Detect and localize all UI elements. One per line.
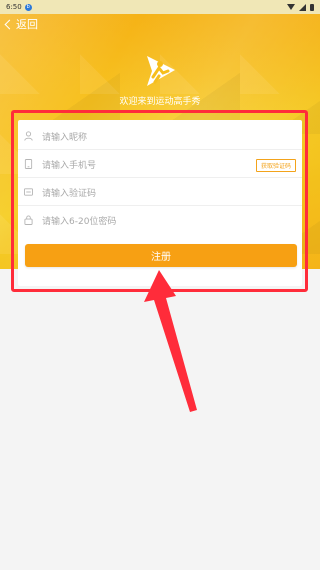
status-left: 6:50 b bbox=[6, 3, 32, 11]
back-label: 返回 bbox=[16, 18, 38, 31]
wifi-icon bbox=[287, 4, 295, 10]
status-bar: 6:50 b bbox=[0, 0, 320, 14]
notification-badge-icon: b bbox=[24, 3, 32, 11]
signal-icon bbox=[299, 3, 306, 11]
red-arrow-icon bbox=[144, 270, 197, 412]
status-time: 6:50 bbox=[6, 3, 22, 11]
back-button[interactable]: 返回 bbox=[4, 16, 38, 32]
back-chevron-icon bbox=[4, 19, 15, 30]
app-logo-icon bbox=[147, 56, 175, 86]
status-right bbox=[287, 3, 314, 11]
highlight-box bbox=[11, 110, 308, 292]
battery-icon bbox=[310, 3, 314, 11]
welcome-text: 欢迎来到运动高手秀 bbox=[119, 97, 201, 107]
